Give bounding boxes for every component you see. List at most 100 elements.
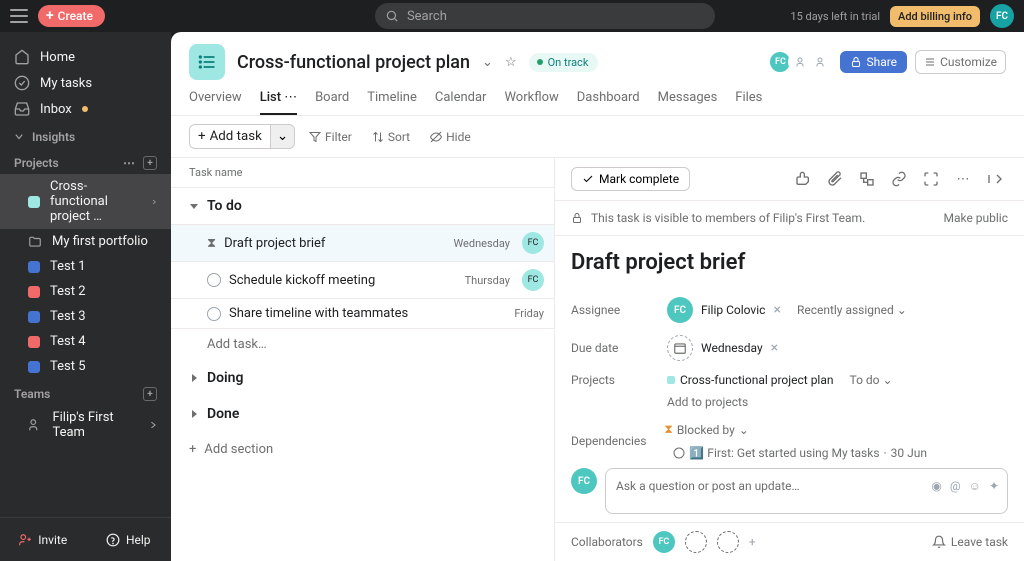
like-icon[interactable] <box>790 166 816 192</box>
complete-checkbox[interactable] <box>207 307 221 321</box>
project-item[interactable]: Test 5 <box>0 354 171 379</box>
close-panel-icon[interactable] <box>982 166 1008 192</box>
project-icon <box>189 44 225 80</box>
add-task-label: Add task <box>210 129 262 144</box>
add-collaborator-icon[interactable] <box>685 531 707 553</box>
nav-mytasks[interactable]: My tasks <box>0 70 171 96</box>
collapse-icon <box>189 409 199 419</box>
task-row[interactable]: Schedule kickoff meetingThursdayFC <box>171 261 554 298</box>
tab-board[interactable]: Board <box>315 90 349 115</box>
project-item[interactable]: Test 2 <box>0 279 171 304</box>
make-public-button[interactable]: Make public <box>943 211 1008 225</box>
billing-button[interactable]: Add billing info <box>890 6 980 27</box>
tab-files[interactable]: Files <box>735 90 762 115</box>
section-dropdown[interactable]: To do ⌄ <box>850 373 893 387</box>
remove-due-icon[interactable]: × <box>771 340 778 356</box>
remove-assignee-icon[interactable]: × <box>773 302 780 318</box>
sort-button[interactable]: Sort <box>366 126 416 148</box>
task-row[interactable]: ⧗Draft project briefWednesdayFC <box>171 224 554 261</box>
task-title[interactable]: Draft project brief <box>571 250 1008 275</box>
record-icon[interactable]: ◉ <box>931 479 941 493</box>
project-menu-chevron[interactable]: ⌄ <box>482 55 493 70</box>
add-collaborator-icon[interactable] <box>717 531 739 553</box>
add-team-icon[interactable]: + <box>143 387 157 401</box>
comment-input[interactable]: Ask a question or post an update… ◉ @ ☺ … <box>605 468 1008 514</box>
tab-workflow[interactable]: Workflow <box>504 90 558 115</box>
tab-list[interactable]: List⋯ <box>260 90 297 115</box>
assignee-mode-dropdown[interactable]: Recently assigned ⌄ <box>797 303 907 317</box>
project-pill[interactable]: Cross-functional project plan <box>667 373 834 387</box>
task-assignee[interactable]: FC <box>522 269 544 291</box>
project-item[interactable]: Test 4 <box>0 329 171 354</box>
mark-complete-button[interactable]: Mark complete <box>571 167 690 191</box>
section-header[interactable]: Doing <box>171 360 554 396</box>
invite-button[interactable]: Invite <box>0 533 86 547</box>
add-task-row[interactable]: Add task… <box>171 328 554 360</box>
hide-label: Hide <box>446 130 471 144</box>
task-assignee[interactable]: FC <box>522 232 544 254</box>
complete-checkbox[interactable] <box>207 273 221 287</box>
tab-timeline[interactable]: Timeline <box>367 90 417 115</box>
assignee-name[interactable]: Filip Colovic <box>701 303 765 317</box>
menu-toggle[interactable] <box>10 9 28 23</box>
dependency-task[interactable]: 1️⃣ First: Get started using My tasks · … <box>673 446 927 460</box>
create-button[interactable]: +Create <box>38 5 105 27</box>
blocked-by-dropdown[interactable]: ⧗Blocked by ⌄ <box>663 421 749 438</box>
project-item[interactable]: Test 3 <box>0 304 171 329</box>
emoji-icon[interactable]: ☺ <box>969 479 981 493</box>
link-icon[interactable] <box>886 166 912 192</box>
more-icon[interactable]: ⋯ <box>950 166 976 192</box>
sort-label: Sort <box>388 130 410 144</box>
projects-header[interactable]: Projects⋯+ <box>0 148 171 174</box>
column-header: Task name <box>171 158 554 188</box>
search-input[interactable]: Search <box>375 3 715 29</box>
subtask-icon[interactable] <box>854 166 880 192</box>
visibility-text: This task is visible to members of Filip… <box>591 211 865 225</box>
add-task-dropdown[interactable]: ⌄ <box>271 124 295 149</box>
project-status[interactable]: On track <box>529 53 599 72</box>
tab-calendar[interactable]: Calendar <box>435 90 487 115</box>
project-item[interactable]: My first portfolio <box>0 229 171 254</box>
insights-header[interactable]: Insights <box>0 122 171 148</box>
tab-dashboard[interactable]: Dashboard <box>577 90 640 115</box>
projects-label: Projects <box>571 373 667 387</box>
fullscreen-icon[interactable] <box>918 166 944 192</box>
filter-button[interactable]: Filter <box>303 126 358 148</box>
project-dot-icon <box>667 376 675 384</box>
nav-inbox[interactable]: Inbox <box>0 96 171 122</box>
collaborator-avatar[interactable]: FC <box>653 531 675 553</box>
leave-task-button[interactable]: Leave task <box>932 535 1008 549</box>
hide-button[interactable]: Hide <box>424 126 477 148</box>
calendar-icon[interactable] <box>667 335 693 361</box>
nav-home[interactable]: Home <box>0 44 171 70</box>
unread-dot <box>82 106 88 112</box>
star-icon[interactable]: ☆ <box>505 55 517 70</box>
teams-header[interactable]: Teams+ <box>0 379 171 405</box>
star-icon[interactable]: ✦ <box>989 479 999 493</box>
add-to-projects-button[interactable]: Add to projects <box>667 395 1008 409</box>
tab-overview[interactable]: Overview <box>189 90 242 115</box>
due-date-value[interactable]: Wednesday <box>701 341 763 355</box>
assignee-avatar[interactable]: FC <box>667 297 693 323</box>
share-button[interactable]: Share <box>840 51 907 73</box>
help-button[interactable]: Help <box>86 533 172 547</box>
task-date: Wednesday <box>453 237 510 250</box>
add-project-icon[interactable]: + <box>143 156 157 170</box>
section-header[interactable]: To do <box>171 188 554 224</box>
add-section-button[interactable]: +Add section <box>171 432 554 467</box>
mention-icon[interactable]: @ <box>950 479 961 493</box>
team-item[interactable]: Filip's First Team <box>0 405 171 445</box>
task-row[interactable]: Share timeline with teammatesFriday <box>171 298 554 328</box>
add-member-icon[interactable] <box>808 50 832 74</box>
user-avatar[interactable]: FC <box>990 4 1014 28</box>
due-date-label: Due date <box>571 341 667 355</box>
tab-messages[interactable]: Messages <box>658 90 718 115</box>
customize-button[interactable]: Customize <box>915 50 1006 74</box>
project-item[interactable]: Cross-functional project … <box>0 174 171 229</box>
add-task-button[interactable]: +Add task <box>189 124 271 149</box>
section-label: Projects <box>14 156 59 170</box>
attachment-icon[interactable] <box>822 166 848 192</box>
add-collaborator-plus[interactable]: + <box>749 535 756 549</box>
section-header[interactable]: Done <box>171 396 554 432</box>
project-item[interactable]: Test 1 <box>0 254 171 279</box>
